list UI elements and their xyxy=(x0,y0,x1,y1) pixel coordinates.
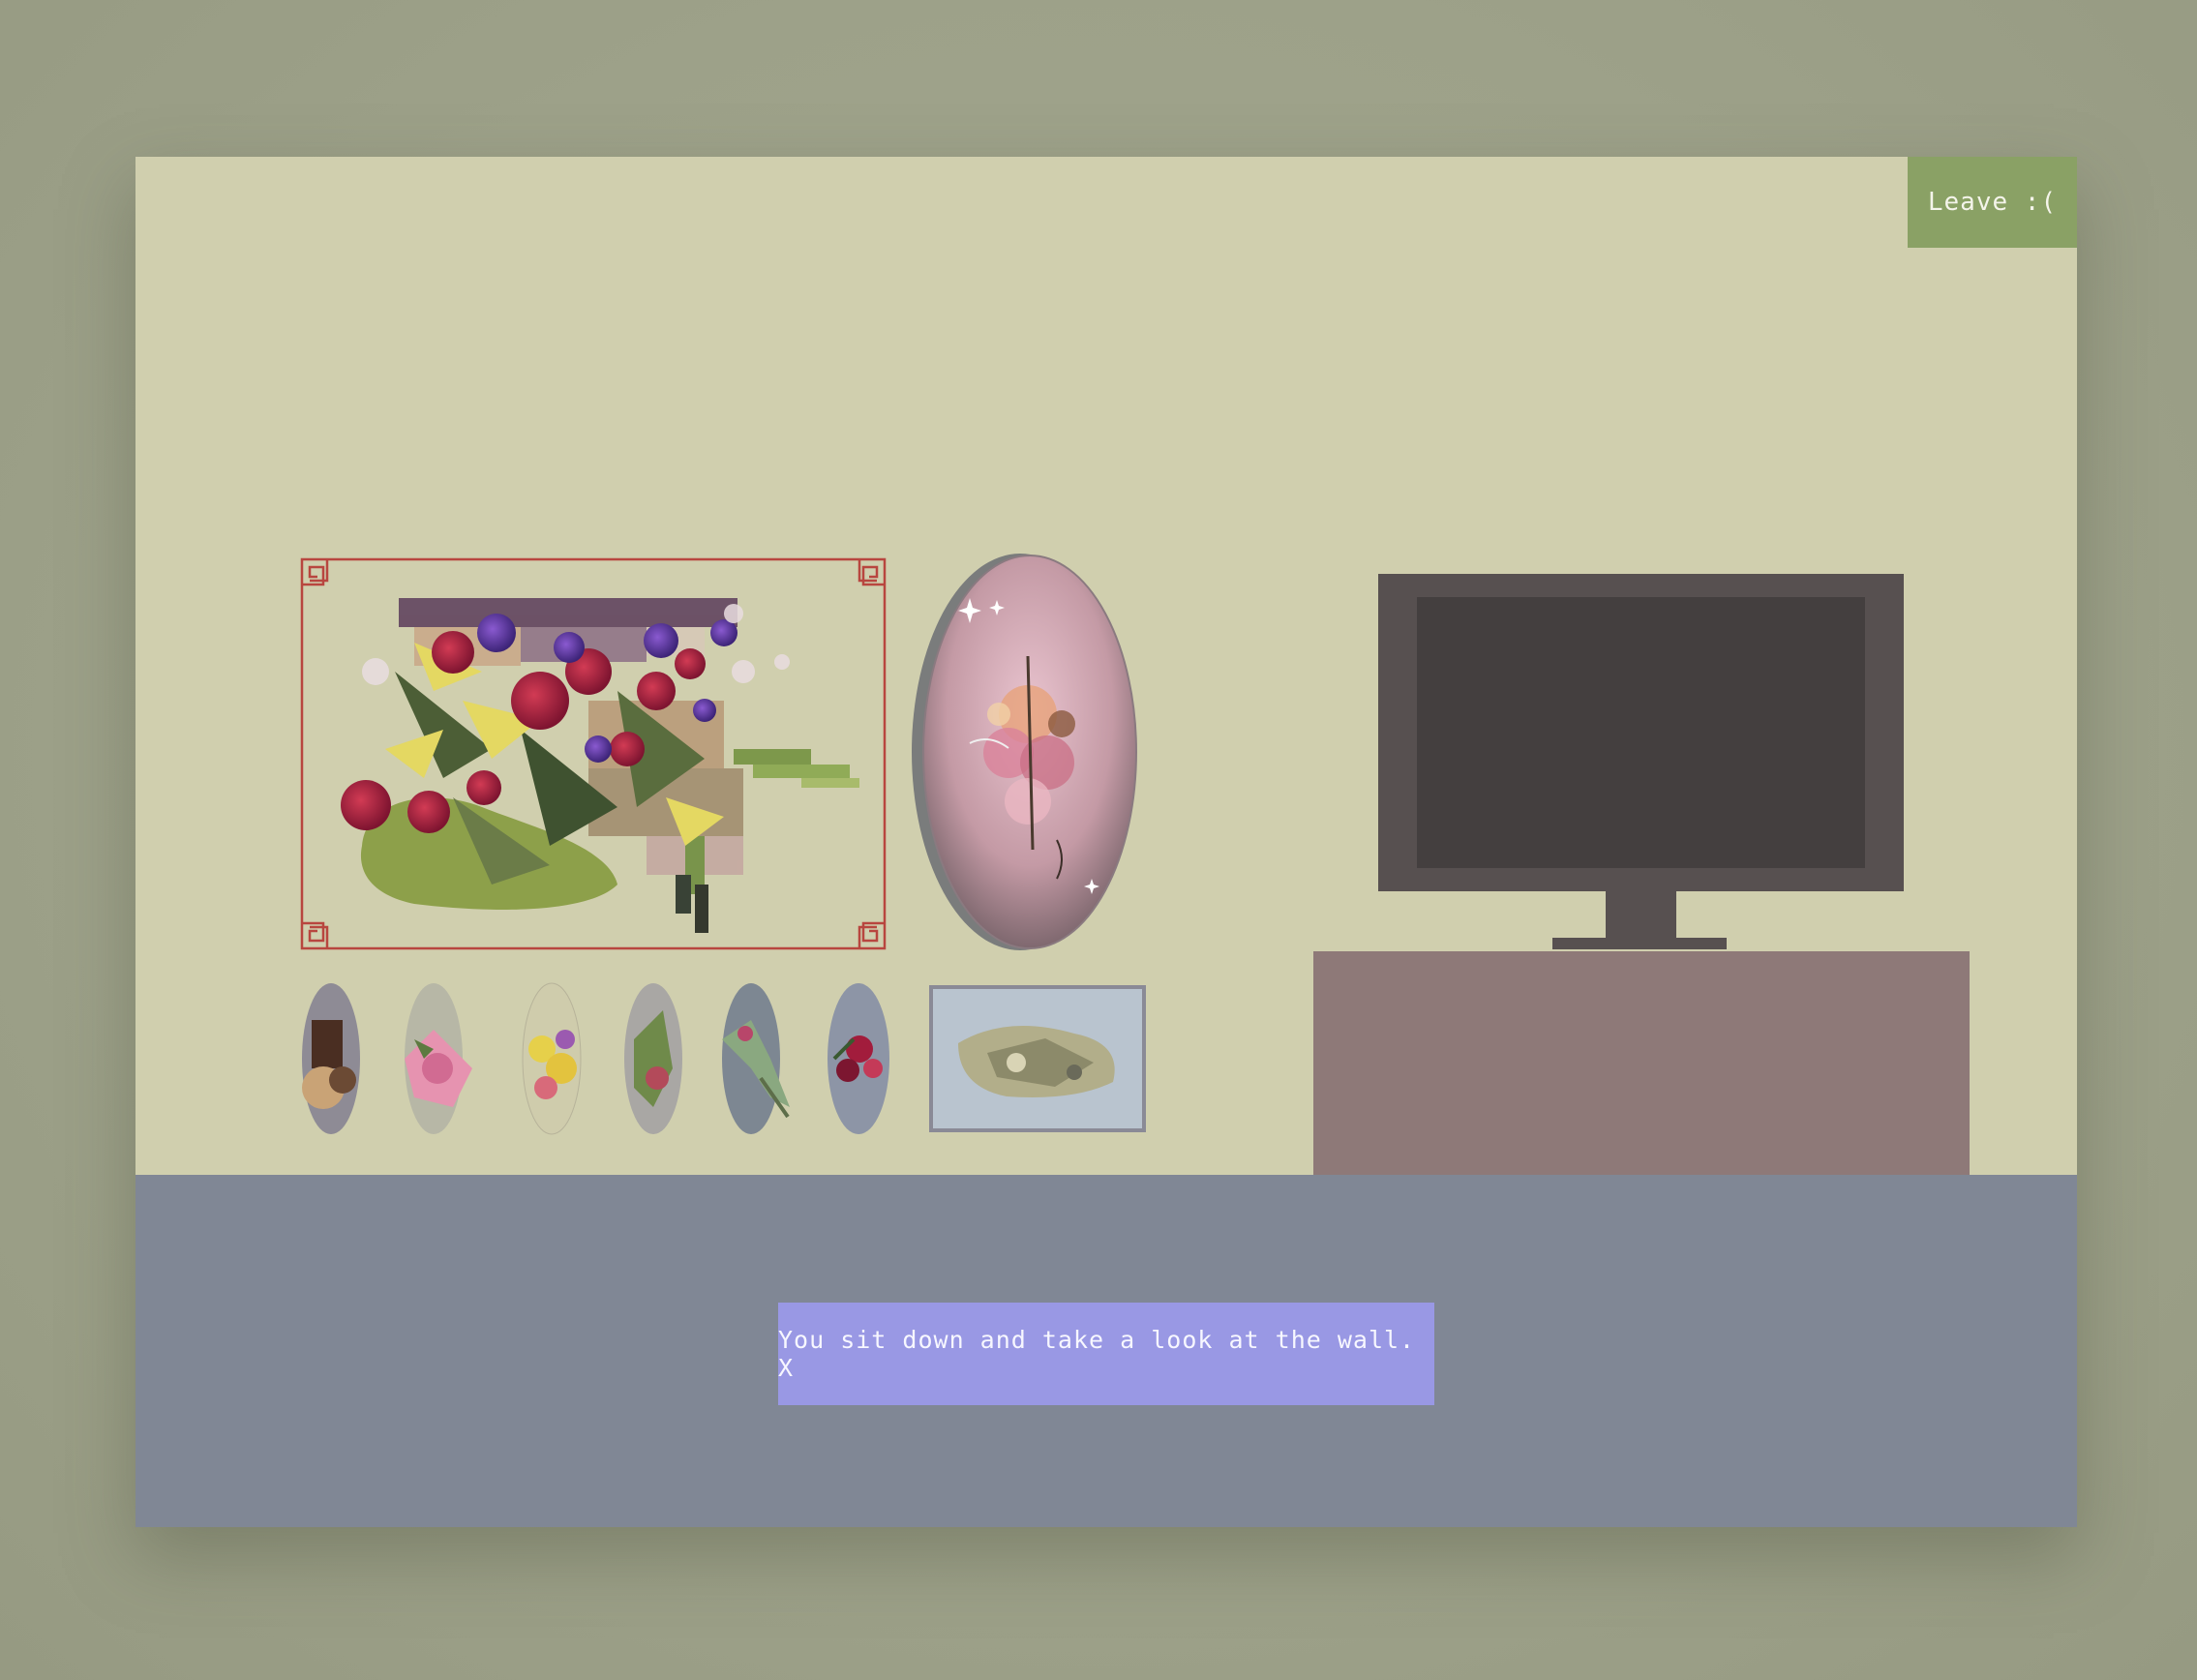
tv-stand-base xyxy=(1552,938,1727,949)
tv-screen xyxy=(1417,597,1865,868)
tv[interactable] xyxy=(1378,574,1904,949)
mini-oval-painting-3[interactable] xyxy=(513,981,590,1136)
tv-stand-neck xyxy=(1606,891,1676,940)
main-flower-painting[interactable] xyxy=(298,555,888,952)
room-scene: Leave :(You sit down and take a look at… xyxy=(135,157,2077,1527)
oval-flower-painting[interactable] xyxy=(912,550,1140,950)
mini-oval-painting-4[interactable] xyxy=(615,981,692,1136)
dialog-box[interactable]: You sit down and take a look at the wall… xyxy=(778,1303,1434,1405)
mini-oval-painting-5[interactable] xyxy=(712,981,805,1136)
mini-rect-painting[interactable] xyxy=(929,985,1146,1132)
mini-oval-painting-6[interactable] xyxy=(815,981,908,1136)
leave-button[interactable]: Leave :( xyxy=(1908,157,2077,248)
mini-oval-painting-2[interactable] xyxy=(395,981,488,1136)
mini-oval-painting-1[interactable] xyxy=(292,981,370,1136)
tv-cabinet xyxy=(1313,951,1970,1175)
